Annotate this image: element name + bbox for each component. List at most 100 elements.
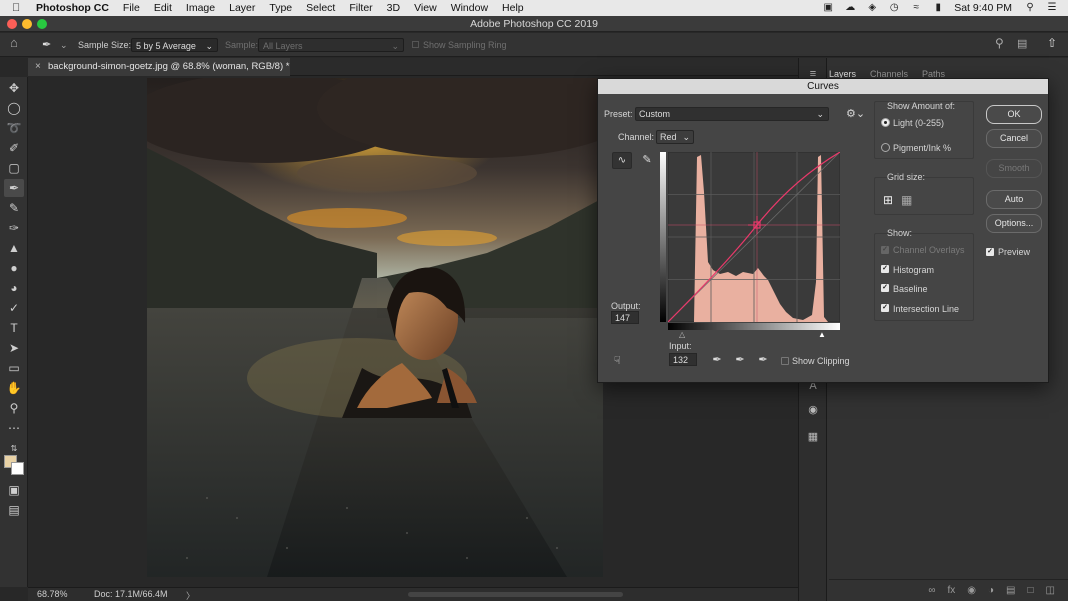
- menu-window[interactable]: Window: [451, 2, 488, 14]
- eyedropper-tool-icon[interactable]: ✒: [4, 179, 24, 197]
- gray-point-eyedropper-icon[interactable]: ✒: [733, 353, 747, 367]
- status-menu-arrow-icon[interactable]: 〉: [186, 589, 195, 601]
- light-radio[interactable]: [881, 118, 890, 127]
- marquee-tool-icon[interactable]: ◯: [4, 99, 24, 117]
- output-field[interactable]: 147: [611, 311, 639, 324]
- hand-tool-icon[interactable]: ✋: [4, 379, 24, 397]
- battery-icon[interactable]: ▮: [932, 3, 944, 13]
- link-layers-icon[interactable]: ∞: [928, 585, 935, 596]
- healing-brush-tool-icon[interactable]: ✎: [4, 199, 24, 217]
- menu-edit[interactable]: Edit: [154, 2, 172, 14]
- preset-options-gear-icon[interactable]: ⚙⌄: [846, 107, 865, 120]
- menu-select[interactable]: Select: [306, 2, 335, 14]
- background-color-swatch[interactable]: [11, 462, 24, 475]
- adjustment-layer-icon[interactable]: ◑: [988, 585, 994, 596]
- doc-size: Doc: 17.1M/66.4M: [94, 589, 168, 599]
- trash-icon[interactable]: ◫: [1046, 585, 1055, 596]
- blur-tool-icon[interactable]: ●: [4, 259, 24, 277]
- menu-filter[interactable]: Filter: [349, 2, 372, 14]
- document-tab[interactable]: × background-simon-goetz.jpg @ 68.8% (wo…: [28, 58, 290, 76]
- output-gradient-bar: [660, 152, 666, 322]
- quick-selection-tool-icon[interactable]: ✐: [4, 139, 24, 157]
- creative-cloud-icon[interactable]: ☁: [844, 3, 856, 13]
- sample-layers-value: All Layers: [263, 41, 303, 51]
- output-label: Output:: [611, 301, 641, 311]
- menu-3d[interactable]: 3D: [387, 2, 400, 14]
- draw-curve-pencil-icon[interactable]: ✎: [638, 152, 656, 169]
- menu-help[interactable]: Help: [502, 2, 524, 14]
- edit-points-curve-icon[interactable]: ∿: [612, 152, 632, 169]
- notification-center-icon[interactable]: ☰: [1046, 3, 1058, 13]
- path-selection-tool-icon[interactable]: ➤: [4, 339, 24, 357]
- ok-button[interactable]: OK: [986, 105, 1042, 124]
- close-icon[interactable]: ×: [35, 58, 41, 76]
- show-clipping-checkbox[interactable]: [781, 357, 789, 365]
- cancel-button[interactable]: Cancel: [986, 129, 1042, 148]
- quick-mask-icon[interactable]: ▣: [4, 481, 24, 499]
- move-tool-icon[interactable]: ✥: [4, 79, 24, 97]
- share-icon[interactable]: ⇧: [1047, 36, 1057, 50]
- auto-button[interactable]: Auto: [986, 190, 1042, 209]
- dodge-tool-icon[interactable]: ◕: [4, 279, 24, 297]
- tool-preset-chevron-icon[interactable]: ⌄: [60, 38, 68, 52]
- white-point-eyedropper-icon[interactable]: ✒: [756, 353, 770, 367]
- options-button[interactable]: Options...: [986, 214, 1042, 233]
- rectangle-tool-icon[interactable]: ▭: [4, 359, 24, 377]
- lasso-tool-icon[interactable]: ➰: [4, 119, 24, 137]
- simple-grid-icon[interactable]: ⊞: [883, 193, 893, 207]
- adjustments-panel-icon[interactable]: ◉: [805, 403, 821, 419]
- home-icon[interactable]: ⌂: [10, 36, 18, 50]
- screen-mode-icon[interactable]: ▤: [4, 501, 24, 519]
- libraries-panel-icon[interactable]: ▦: [805, 430, 821, 446]
- black-point-slider-icon[interactable]: △: [679, 330, 685, 339]
- intersection-line-checkbox[interactable]: ✓: [881, 304, 889, 312]
- workspace-icon[interactable]: ▤: [1017, 37, 1027, 51]
- search-icon[interactable]: ⚲: [995, 36, 1004, 50]
- brush-tool-icon[interactable]: ✑: [4, 219, 24, 237]
- time-machine-icon[interactable]: ◷: [888, 3, 900, 13]
- white-point-slider-icon[interactable]: ▲: [818, 330, 826, 339]
- new-layer-icon[interactable]: □: [1028, 585, 1034, 596]
- new-group-icon[interactable]: ▤: [1006, 585, 1015, 596]
- eyedropper-tool-preset-icon[interactable]: ✒: [42, 38, 51, 52]
- on-image-adjust-hand-icon[interactable]: ☟: [614, 354, 621, 367]
- menu-layer[interactable]: Layer: [229, 2, 255, 14]
- pigment-radio[interactable]: [881, 143, 890, 152]
- menu-view[interactable]: View: [414, 2, 437, 14]
- input-field[interactable]: 132: [669, 353, 697, 366]
- preview-checkbox[interactable]: ✓: [986, 248, 994, 256]
- sample-label: Sample:: [225, 40, 259, 50]
- menu-clock[interactable]: Sat 9:40 PM: [954, 2, 1012, 14]
- input-label: Input:: [669, 341, 692, 351]
- apple-icon[interactable]: : [12, 2, 22, 14]
- menu-app-name[interactable]: Photoshop CC: [36, 2, 109, 14]
- channel-select[interactable]: Red ⌄: [656, 130, 694, 144]
- sample-layers-select[interactable]: All Layers ⌄: [258, 38, 404, 52]
- crop-tool-icon[interactable]: ▢: [4, 159, 24, 177]
- black-point-eyedropper-icon[interactable]: ✒: [710, 353, 724, 367]
- document-canvas-image[interactable]: [147, 78, 603, 577]
- menu-image[interactable]: Image: [186, 2, 215, 14]
- dropbox-icon[interactable]: ◈: [866, 3, 878, 13]
- pen-tool-icon[interactable]: ✓: [4, 299, 24, 317]
- fx-icon[interactable]: fx: [947, 585, 955, 596]
- preset-select[interactable]: Custom ⌄: [635, 107, 829, 121]
- show-sampling-ring-checkbox[interactable]: [412, 41, 419, 48]
- layer-mask-icon[interactable]: ◉: [967, 585, 976, 596]
- screen-record-icon[interactable]: ▣: [822, 3, 834, 13]
- detailed-grid-icon[interactable]: ▦: [901, 193, 912, 207]
- clone-stamp-tool-icon[interactable]: ▲: [4, 239, 24, 257]
- zoom-tool-icon[interactable]: ⚲: [4, 399, 24, 417]
- more-tools-icon[interactable]: ⋯: [4, 419, 24, 437]
- menu-file[interactable]: File: [123, 2, 140, 14]
- wifi-icon[interactable]: ≈: [910, 3, 922, 13]
- zoom-level[interactable]: 68.78%: [37, 589, 68, 599]
- sample-size-select[interactable]: 5 by 5 Average ⌄: [131, 38, 218, 52]
- menu-type[interactable]: Type: [269, 2, 292, 14]
- type-tool-icon[interactable]: T: [4, 319, 24, 337]
- spotlight-search-icon[interactable]: ⚲: [1024, 3, 1036, 13]
- curves-graph[interactable]: [668, 152, 840, 322]
- histogram-checkbox[interactable]: ✓: [881, 265, 889, 273]
- horizontal-scrollbar[interactable]: [408, 592, 623, 597]
- baseline-checkbox[interactable]: ✓: [881, 284, 889, 292]
